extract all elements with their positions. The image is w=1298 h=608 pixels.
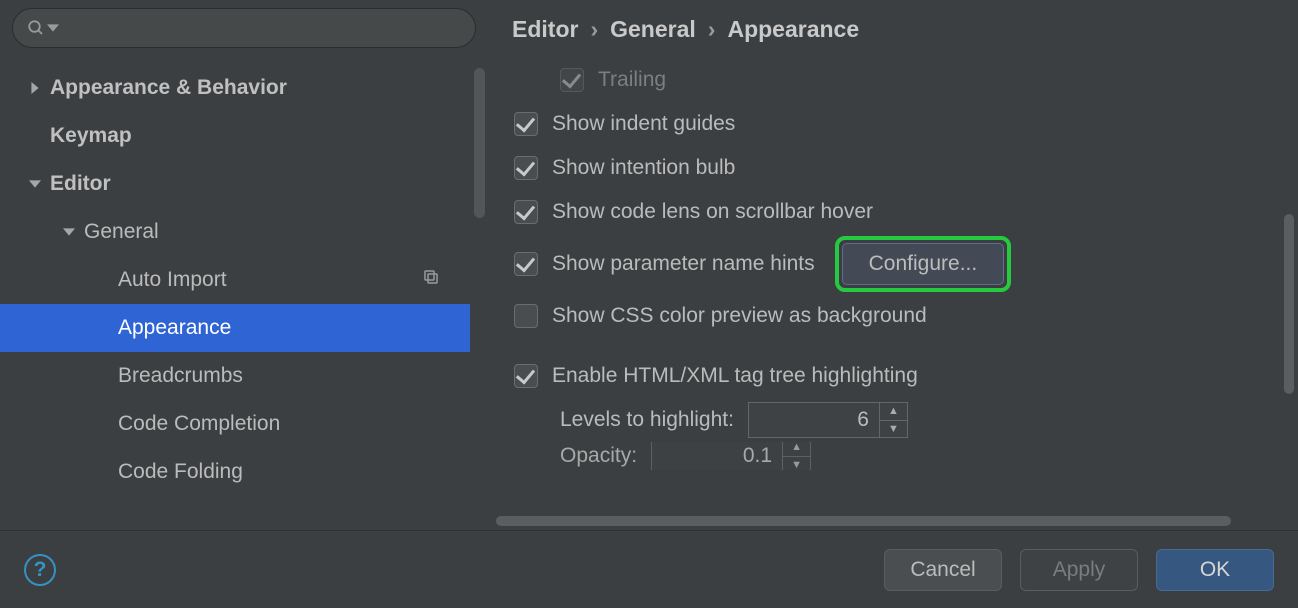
option-tag-tree-highlighting[interactable]: Enable HTML/XML tag tree highlighting: [514, 354, 1298, 398]
scrollbar-thumb[interactable]: [496, 516, 1231, 526]
chevron-right-icon: ›: [708, 16, 716, 43]
option-trailing: Trailing: [514, 58, 1298, 102]
option-label: Opacity:: [560, 444, 637, 468]
option-label: Show code lens on scrollbar hover: [552, 200, 873, 224]
option-opacity: Opacity: 0.1 ▲ ▼: [514, 442, 1298, 470]
tree-label: Code Folding: [118, 460, 470, 484]
apply-button[interactable]: Apply: [1020, 549, 1138, 591]
tree-item-code-completion[interactable]: Code Completion: [0, 400, 470, 448]
copy-icon: [422, 268, 440, 292]
option-label: Show intention bulb: [552, 156, 735, 180]
tree-label: Auto Import: [118, 268, 422, 292]
option-css-color-preview[interactable]: Show CSS color preview as background: [514, 294, 1298, 338]
tree-item-keymap[interactable]: Keymap: [0, 112, 470, 160]
chevron-down-icon: [54, 226, 84, 238]
option-intention-bulb[interactable]: Show intention bulb: [514, 146, 1298, 190]
ok-button[interactable]: OK: [1156, 549, 1274, 591]
options-panel: Trailing Show indent guides Show intenti…: [488, 58, 1298, 530]
tree-item-code-folding[interactable]: Code Folding: [0, 448, 470, 496]
settings-sidebar: Appearance & Behavior Keymap Editor Gene…: [0, 0, 488, 530]
highlight-ring: Configure...: [835, 236, 1012, 292]
spinner-down[interactable]: ▼: [880, 421, 907, 438]
tree-item-editor[interactable]: Editor: [0, 160, 470, 208]
search-box[interactable]: [12, 8, 476, 48]
scrollbar-thumb[interactable]: [1284, 214, 1294, 394]
breadcrumb-part[interactable]: Appearance: [727, 16, 859, 43]
spinner-up[interactable]: ▲: [783, 442, 810, 457]
content-v-scrollbar[interactable]: [1282, 64, 1296, 510]
tree-item-breadcrumbs[interactable]: Breadcrumbs: [0, 352, 470, 400]
checkbox[interactable]: [514, 200, 538, 224]
search-icon: [27, 19, 45, 37]
option-indent-guides[interactable]: Show indent guides: [514, 102, 1298, 146]
option-label: Trailing: [598, 68, 666, 92]
spinner-up[interactable]: ▲: [880, 403, 907, 421]
chevron-down-icon: [20, 178, 50, 190]
option-label: Show indent guides: [552, 112, 735, 136]
tree-label: General: [84, 220, 470, 244]
spinner-down[interactable]: ▼: [783, 457, 810, 471]
checkbox: [560, 68, 584, 92]
tree-label: Editor: [50, 172, 470, 196]
checkbox[interactable]: [514, 364, 538, 388]
option-label: Enable HTML/XML tag tree highlighting: [552, 364, 918, 388]
checkbox[interactable]: [514, 252, 538, 276]
chevron-right-icon: ›: [590, 16, 598, 43]
cancel-button[interactable]: Cancel: [884, 549, 1002, 591]
tree-item-general[interactable]: General: [0, 208, 470, 256]
opacity-spinner[interactable]: 0.1 ▲ ▼: [651, 442, 811, 470]
levels-spinner[interactable]: 6 ▲ ▼: [748, 402, 908, 438]
sidebar-scrollbar[interactable]: [472, 68, 488, 530]
option-label: Show parameter name hints: [552, 252, 815, 276]
settings-tree: Appearance & Behavior Keymap Editor Gene…: [0, 52, 470, 530]
search-input[interactable]: [65, 17, 461, 40]
checkbox[interactable]: [514, 304, 538, 328]
tree-label: Appearance: [118, 316, 470, 340]
breadcrumb: Editor › General › Appearance: [488, 0, 1298, 58]
tree-item-appearance[interactable]: Appearance: [0, 304, 470, 352]
option-label: Levels to highlight:: [560, 408, 734, 432]
tree-item-appearance-behavior[interactable]: Appearance & Behavior: [0, 64, 470, 112]
dialog-button-bar: ? Cancel Apply OK: [0, 530, 1298, 608]
checkbox[interactable]: [514, 112, 538, 136]
tree-label: Code Completion: [118, 412, 470, 436]
tree-label: Appearance & Behavior: [50, 76, 470, 100]
configure-button[interactable]: Configure...: [842, 243, 1005, 285]
option-levels-to-highlight: Levels to highlight: 6 ▲ ▼: [514, 398, 1298, 442]
option-label: Show CSS color preview as background: [552, 304, 927, 328]
option-code-lens[interactable]: Show code lens on scrollbar hover: [514, 190, 1298, 234]
chevron-down-icon[interactable]: [47, 22, 59, 34]
help-icon[interactable]: ?: [24, 554, 56, 586]
spinner-value[interactable]: 0.1: [652, 442, 782, 470]
option-parameter-hints[interactable]: Show parameter name hints Configure...: [514, 234, 1298, 294]
tree-item-auto-import[interactable]: Auto Import: [0, 256, 470, 304]
breadcrumb-part[interactable]: Editor: [512, 16, 578, 43]
checkbox[interactable]: [514, 156, 538, 180]
tree-label: Keymap: [50, 124, 470, 148]
breadcrumb-part[interactable]: General: [610, 16, 696, 43]
settings-content: Editor › General › Appearance Trailing S…: [488, 0, 1298, 530]
chevron-right-icon: [20, 82, 50, 94]
scrollbar-thumb[interactable]: [474, 68, 485, 218]
tree-label: Breadcrumbs: [118, 364, 470, 388]
spinner-value[interactable]: 6: [749, 403, 879, 437]
content-h-scrollbar[interactable]: [496, 514, 1278, 528]
